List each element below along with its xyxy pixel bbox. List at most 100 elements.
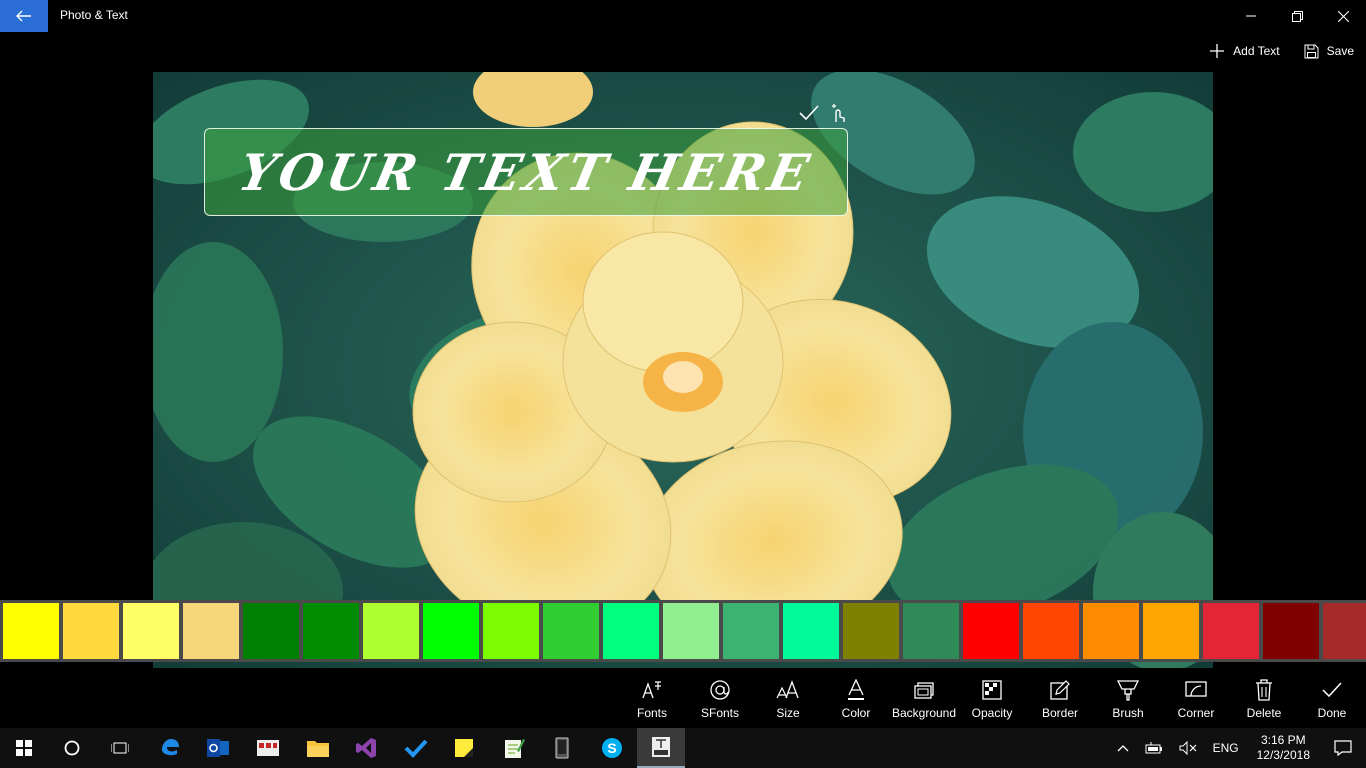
color-swatch[interactable]	[543, 603, 599, 659]
sfonts-button[interactable]: SFonts	[686, 678, 754, 724]
taskbar-phone[interactable]	[538, 728, 586, 768]
app-icon	[257, 740, 279, 756]
color-swatch[interactable]	[963, 603, 1019, 659]
corner-label: Corner	[1177, 706, 1215, 720]
add-text-label: Add Text	[1233, 44, 1280, 58]
color-swatch[interactable]	[1323, 603, 1366, 659]
color-swatch[interactable]	[903, 603, 959, 659]
fonts-button[interactable]: Fonts	[618, 678, 686, 724]
fonts-icon	[642, 681, 661, 699]
notepad-icon	[505, 739, 525, 758]
close-button[interactable]	[1320, 0, 1366, 32]
color-swatch[interactable]	[843, 603, 899, 659]
font-size-icon	[776, 680, 799, 699]
color-palette	[0, 600, 1366, 662]
title-bar: Photo & Text	[0, 0, 1366, 32]
window-controls	[1228, 0, 1366, 32]
taskbar-sticky-notes[interactable]	[440, 728, 488, 768]
text-overlay-box[interactable]: YOUR TEXT HERE	[204, 128, 848, 216]
taskbar-outlook[interactable]	[194, 728, 242, 768]
cortana-icon	[64, 740, 80, 756]
text-box-tools	[798, 104, 848, 124]
volume-button[interactable]	[1171, 728, 1205, 768]
done-label: Done	[1317, 706, 1347, 720]
taskbar-app[interactable]	[244, 728, 292, 768]
app-title: Photo & Text	[60, 8, 128, 22]
taskbar-photo-text[interactable]	[637, 728, 685, 768]
color-swatch[interactable]	[663, 603, 719, 659]
taskbar-file-explorer[interactable]	[294, 728, 342, 768]
overlay-text[interactable]: YOUR TEXT HERE	[234, 143, 818, 202]
done-button[interactable]: Done	[1298, 678, 1366, 724]
minimize-icon	[1246, 15, 1256, 17]
color-swatch[interactable]	[243, 603, 299, 659]
taskbar-notepad[interactable]	[490, 728, 538, 768]
border-label: Border	[1041, 706, 1079, 720]
color-swatch[interactable]	[1143, 603, 1199, 659]
outlook-icon	[207, 739, 229, 757]
color-swatch[interactable]	[723, 603, 779, 659]
checkmark-icon[interactable]	[798, 104, 820, 122]
svg-text:S: S	[607, 740, 616, 756]
battery-button[interactable]	[1137, 728, 1171, 768]
sfonts-label: SFonts	[700, 706, 739, 720]
action-center-button[interactable]	[1320, 728, 1366, 768]
brush-icon	[1116, 680, 1140, 701]
touch-move-icon[interactable]	[828, 104, 848, 124]
color-swatch[interactable]	[603, 603, 659, 659]
at-sign-icon	[710, 680, 730, 700]
back-button[interactable]	[0, 0, 48, 32]
taskbar: S ENG 3:16 PM 12/3/2018	[0, 728, 1366, 768]
color-swatch[interactable]	[3, 603, 59, 659]
color-swatch[interactable]	[363, 603, 419, 659]
add-text-button[interactable]: Add Text	[1197, 36, 1291, 66]
task-view-button[interactable]	[96, 728, 144, 768]
delete-button[interactable]: Delete	[1230, 678, 1298, 724]
clock[interactable]: 3:16 PM 12/3/2018	[1247, 728, 1320, 768]
opacity-button[interactable]: Opacity	[958, 678, 1026, 724]
show-hidden-icons-button[interactable]	[1109, 728, 1137, 768]
sticky-notes-icon	[455, 739, 473, 757]
color-label: Color	[841, 706, 871, 720]
font-color-icon	[848, 679, 864, 700]
color-swatch[interactable]	[423, 603, 479, 659]
cortana-button[interactable]	[48, 728, 96, 768]
photo-text-icon	[652, 737, 670, 757]
taskbar-visual-studio[interactable]	[342, 728, 390, 768]
size-button[interactable]: Size	[754, 678, 822, 724]
color-button[interactable]: Color	[822, 678, 890, 724]
border-button[interactable]: Border	[1026, 678, 1094, 724]
background-label: Background	[891, 706, 957, 720]
restore-button[interactable]	[1274, 0, 1320, 32]
save-icon	[1304, 44, 1319, 58]
corner-button[interactable]: Corner	[1162, 678, 1230, 724]
color-swatch[interactable]	[303, 603, 359, 659]
color-swatch[interactable]	[1023, 603, 1079, 659]
brush-button[interactable]: Brush	[1094, 678, 1162, 724]
todo-icon	[404, 739, 428, 758]
save-button[interactable]: Save	[1292, 36, 1366, 66]
edge-icon	[162, 739, 179, 756]
color-swatch[interactable]	[1263, 603, 1319, 659]
bottom-toolbar: Fonts SFonts Size Color Background Opaci…	[0, 668, 1366, 728]
brush-label: Brush	[1112, 706, 1144, 720]
opacity-label: Opacity	[971, 706, 1013, 720]
color-swatch[interactable]	[483, 603, 539, 659]
color-swatch[interactable]	[123, 603, 179, 659]
minimize-button[interactable]	[1228, 0, 1274, 32]
color-swatch[interactable]	[1083, 603, 1139, 659]
save-label: Save	[1326, 44, 1354, 58]
task-view-icon	[111, 742, 129, 754]
start-button[interactable]	[0, 728, 48, 768]
taskbar-edge[interactable]	[146, 728, 194, 768]
taskbar-skype[interactable]: S	[588, 728, 636, 768]
color-swatch[interactable]	[783, 603, 839, 659]
photo-canvas[interactable]: YOUR TEXT HERE	[153, 72, 1213, 668]
color-swatch[interactable]	[1203, 603, 1259, 659]
volume-muted-icon	[1179, 741, 1197, 755]
color-swatch[interactable]	[183, 603, 239, 659]
color-swatch[interactable]	[63, 603, 119, 659]
taskbar-todo[interactable]	[392, 728, 440, 768]
background-button[interactable]: Background	[890, 678, 958, 724]
language-indicator[interactable]: ENG	[1205, 728, 1247, 768]
